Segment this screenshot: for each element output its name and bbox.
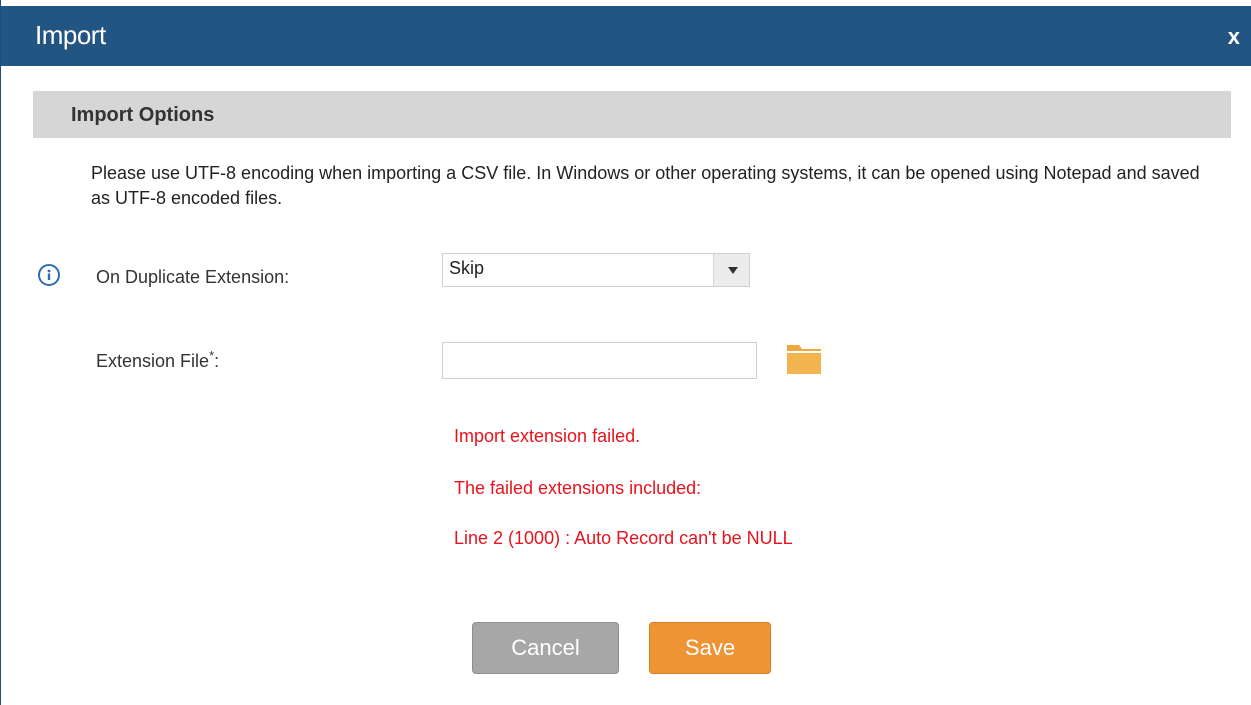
chevron-down-icon[interactable] <box>713 254 749 286</box>
duplicate-extension-label: On Duplicate Extension: <box>96 267 290 287</box>
dialog-titlebar: Import x <box>1 6 1251 66</box>
extension-file-label-suffix: : <box>214 351 220 371</box>
error-message: Import extension failed. <box>454 426 641 446</box>
cancel-button[interactable]: Cancel <box>472 622 619 674</box>
info-icon[interactable] <box>38 264 60 286</box>
extension-file-label: Extension File*: <box>96 348 219 372</box>
error-message: Line 2 (1000) : Auto Record can't be NUL… <box>454 528 793 548</box>
section-header: Import Options <box>33 91 1231 138</box>
error-message: The failed extensions included: <box>454 478 702 498</box>
encoding-note: Please use UTF-8 encoding when importing… <box>91 163 1200 208</box>
close-button[interactable]: x <box>1228 24 1240 50</box>
import-dialog: Import x Import Options Please use UTF-8… <box>0 0 1251 705</box>
duplicate-extension-value: Skip <box>449 258 485 278</box>
folder-icon[interactable] <box>785 342 823 374</box>
section-title: Import Options <box>71 104 215 126</box>
dialog-title: Import <box>35 20 106 50</box>
extension-file-input[interactable] <box>442 342 757 379</box>
save-button[interactable]: Save <box>649 622 771 674</box>
extension-file-label-text: Extension File <box>96 351 210 371</box>
duplicate-extension-select[interactable]: Skip <box>442 253 750 287</box>
